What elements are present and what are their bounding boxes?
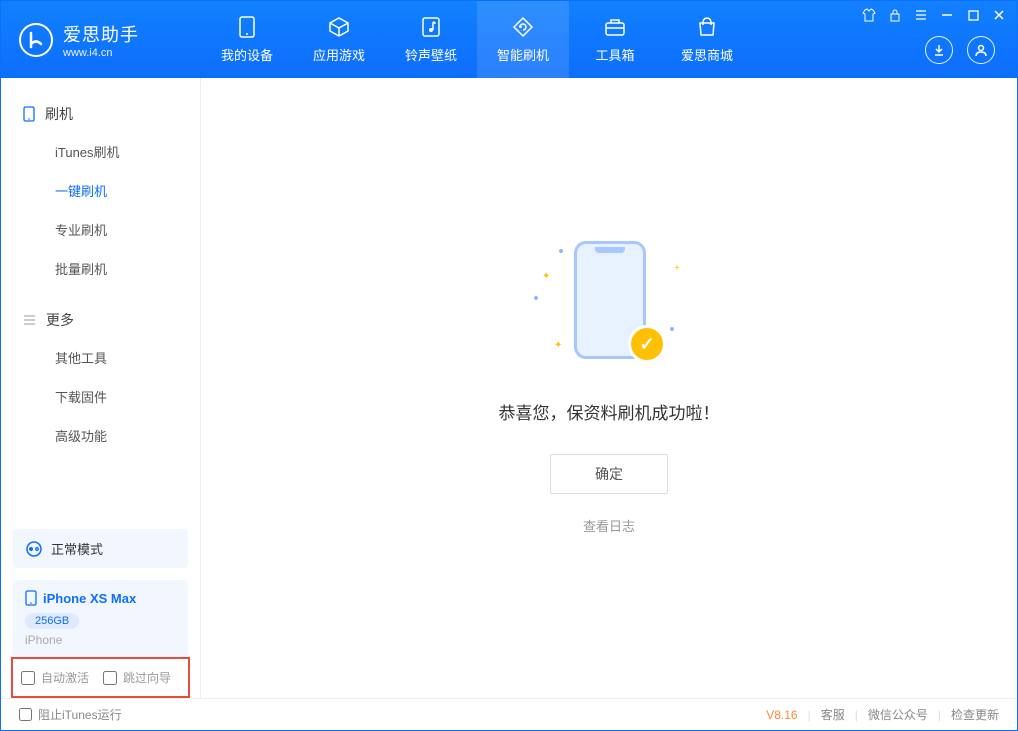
footer: 阻止iTunes运行 V8.16 | 客服 | 微信公众号 | 检查更新 [1, 698, 1017, 730]
logo-icon [19, 23, 53, 57]
phone-icon [23, 106, 35, 122]
sparkle-icon: + [674, 263, 680, 274]
tab-store[interactable]: 爱思商城 [661, 1, 753, 78]
checkbox-skip-guide[interactable]: 跳过向导 [103, 669, 171, 686]
success-message: 恭喜您，保资料刷机成功啦！ [499, 399, 720, 424]
logo-area: 爱思助手 www.i4.cn [1, 21, 201, 59]
sidebar: 刷机 iTunes刷机 一键刷机 专业刷机 批量刷机 更多 其他工具 下载固件 … [1, 78, 201, 698]
support-link[interactable]: 客服 [821, 706, 845, 723]
logo-text: 爱思助手 www.i4.cn [63, 21, 139, 59]
check-update-link[interactable]: 检查更新 [951, 706, 999, 723]
tab-label: 工具箱 [595, 45, 634, 64]
device-icon [234, 16, 260, 38]
mode-label: 正常模式 [51, 539, 103, 558]
separator: | [808, 708, 811, 722]
toolbox-icon [602, 16, 628, 38]
header-actions [925, 36, 995, 64]
sidebar-item-itunes-flash[interactable]: iTunes刷机 [1, 132, 200, 171]
device-icon [25, 590, 37, 606]
mode-card[interactable]: 正常模式 [13, 529, 188, 568]
music-icon [418, 16, 444, 38]
tshirt-icon[interactable] [861, 7, 877, 23]
tab-label: 智能刷机 [497, 45, 549, 64]
separator: | [855, 708, 858, 722]
app-header: 爱思助手 www.i4.cn 我的设备 应用游戏 铃声壁纸 智能刷机 工具箱 爱… [1, 1, 1017, 78]
sidebar-section-more: 更多 [1, 302, 200, 338]
menu-icon[interactable] [913, 7, 929, 23]
sidebar-item-other-tools[interactable]: 其他工具 [1, 338, 200, 377]
check-badge-icon: ✓ [628, 325, 666, 363]
app-title: 爱思助手 [63, 21, 139, 47]
phone-notch [595, 247, 625, 253]
dot-decor [559, 249, 563, 253]
tab-apps-games[interactable]: 应用游戏 [293, 1, 385, 78]
minimize-icon[interactable] [939, 7, 955, 23]
wechat-link[interactable]: 微信公众号 [868, 706, 928, 723]
body: 刷机 iTunes刷机 一键刷机 专业刷机 批量刷机 更多 其他工具 下载固件 … [1, 78, 1017, 698]
checkbox-input[interactable] [19, 708, 32, 721]
success-illustration: ✓ ✦ + ✦ [534, 241, 684, 371]
section-title: 刷机 [45, 104, 73, 124]
mode-icon [25, 540, 43, 558]
app-url: www.i4.cn [63, 47, 139, 59]
dot-decor [534, 296, 538, 300]
view-log-link[interactable]: 查看日志 [583, 516, 635, 535]
checkbox-label: 跳过向导 [123, 669, 171, 686]
tab-ringtones[interactable]: 铃声壁纸 [385, 1, 477, 78]
ok-button[interactable]: 确定 [550, 454, 668, 494]
footer-right: V8.16 | 客服 | 微信公众号 | 检查更新 [766, 706, 999, 723]
checkbox-auto-activate[interactable]: 自动激活 [21, 669, 89, 686]
checkbox-input[interactable] [103, 671, 117, 685]
device-name-row: iPhone XS Max [25, 590, 176, 606]
tab-toolbox[interactable]: 工具箱 [569, 1, 661, 78]
sidebar-item-download-firmware[interactable]: 下载固件 [1, 377, 200, 416]
sidebar-item-batch-flash[interactable]: 批量刷机 [1, 249, 200, 288]
checkbox-label: 阻止iTunes运行 [38, 706, 122, 723]
store-icon [694, 16, 720, 38]
download-button[interactable] [925, 36, 953, 64]
checkbox-label: 自动激活 [41, 669, 89, 686]
device-type: iPhone [25, 633, 176, 647]
refresh-icon [510, 16, 536, 38]
dot-decor [670, 327, 674, 331]
sidebar-section-flash: 刷机 [1, 96, 200, 132]
separator: | [938, 708, 941, 722]
device-name: iPhone XS Max [43, 591, 136, 606]
tab-my-device[interactable]: 我的设备 [201, 1, 293, 78]
user-button[interactable] [967, 36, 995, 64]
list-icon [23, 314, 36, 326]
lock-icon[interactable] [887, 7, 903, 23]
sidebar-item-oneclick-flash[interactable]: 一键刷机 [1, 171, 200, 210]
device-card[interactable]: iPhone XS Max 256GB iPhone [13, 580, 188, 657]
checkbox-input[interactable] [21, 671, 35, 685]
maximize-icon[interactable] [965, 7, 981, 23]
window-controls [861, 7, 1007, 23]
section-title: 更多 [46, 310, 74, 330]
tab-label: 爱思商城 [681, 45, 733, 64]
nav-tabs: 我的设备 应用游戏 铃声壁纸 智能刷机 工具箱 爱思商城 [201, 1, 753, 78]
cube-icon [326, 16, 352, 38]
sparkle-icon: ✦ [554, 340, 562, 351]
sidebar-item-pro-flash[interactable]: 专业刷机 [1, 210, 200, 249]
close-icon[interactable] [991, 7, 1007, 23]
sparkle-icon: ✦ [542, 271, 550, 282]
version-label: V8.16 [766, 708, 797, 722]
main-content: ✓ ✦ + ✦ 恭喜您，保资料刷机成功啦！ 确定 查看日志 [201, 78, 1017, 698]
tab-label: 应用游戏 [313, 45, 365, 64]
tab-label: 铃声壁纸 [405, 45, 457, 64]
bottom-options-highlighted: 自动激活 跳过向导 [11, 657, 190, 698]
checkbox-block-itunes[interactable]: 阻止iTunes运行 [19, 706, 122, 723]
device-capacity: 256GB [25, 613, 79, 629]
tab-flash[interactable]: 智能刷机 [477, 1, 569, 78]
sidebar-item-advanced[interactable]: 高级功能 [1, 416, 200, 455]
tab-label: 我的设备 [221, 45, 273, 64]
